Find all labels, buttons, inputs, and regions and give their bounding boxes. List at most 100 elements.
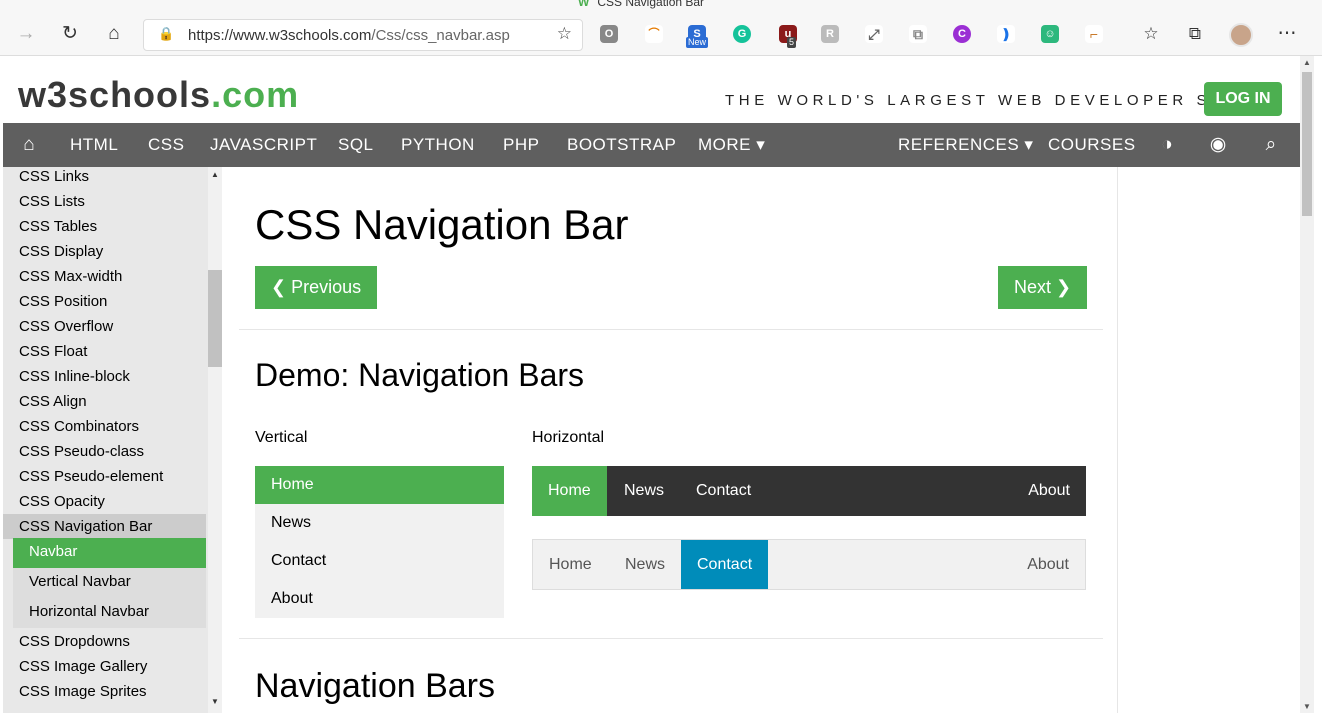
reader-extension-icon[interactable]: R [821,25,839,43]
hnav-light-home[interactable]: Home [533,540,608,589]
sidebar-item[interactable]: CSS Pseudo-class [3,442,206,467]
reload-icon[interactable]: ↻ [58,22,82,46]
sidebar-item[interactable]: CSS Links [3,167,206,192]
login-button[interactable]: LOG IN [1204,82,1282,116]
right-column [1117,167,1300,713]
sidebar-item[interactable]: CSS Tables [3,217,206,242]
collections-icon[interactable]: ⧉ [1183,22,1207,46]
topnav-more[interactable]: MORE ▾ [698,123,765,167]
scroll-down-icon[interactable]: ▼ [208,697,222,706]
sidebar-item[interactable]: CSS Inline-block [3,367,206,392]
sidebar-subitem[interactable]: Horizontal Navbar [13,598,206,628]
extension-c-icon[interactable]: C [953,25,971,43]
sidebar-item[interactable]: CSS Max-width [3,267,206,292]
sidebar-item[interactable]: CSS Overflow [3,317,206,342]
sidebar-item[interactable]: CSS Combinators [3,417,206,442]
vnav-home[interactable]: Home [255,466,504,504]
profile-avatar[interactable] [1229,23,1253,47]
top-navigation: ⌂ HTML CSS JAVASCRIPT SQL PYTHON PHP BOO… [3,123,1300,167]
sidebar-item[interactable]: CSS Lists [3,192,206,217]
topnav-courses[interactable]: COURSES [1048,123,1136,167]
read-aloud-icon[interactable]: ❫ [997,25,1015,43]
vnav-about[interactable]: About [255,580,504,618]
web-page: w3schools.com THE WORLD'S LARGEST WEB DE… [3,56,1300,713]
sidebar-subitem-active[interactable]: Navbar [13,538,206,568]
divider [239,638,1103,639]
scroll-up-icon[interactable]: ▲ [208,170,222,179]
vertical-navbar-demo: Home News Contact About [255,466,504,618]
horizontal-navbar-light-demo: Home News Contact About [532,539,1086,590]
grammarly-icon[interactable]: G [733,25,751,43]
hnav-dark-news[interactable]: News [608,466,680,516]
ublock-count-badge: 5 [787,37,797,48]
sidebar-scrollbar[interactable] [208,167,222,713]
page-scrollbar[interactable]: ▲ ▼ [1300,56,1314,713]
hnav-light-news[interactable]: News [609,540,681,589]
extension-tag-icon[interactable]: ⌐ [1085,25,1103,43]
fullscreen-icon[interactable]: ⤢ [865,25,883,43]
sidebar-item[interactable]: CSS Float [3,342,206,367]
home-icon[interactable]: ⌂ [17,123,41,167]
page-title: CSS Navigation Bar [255,201,629,248]
hnav-light-about[interactable]: About [1011,540,1085,589]
sidebar-item[interactable]: CSS Align [3,392,206,417]
section-heading: Navigation Bars [255,667,496,705]
topnav-php[interactable]: PHP [503,123,539,167]
extension-icon[interactable]: ⌒ [645,25,663,43]
tab-favicon-icon: W [578,0,590,9]
add-favorite-icon[interactable]: ☆ [557,24,572,44]
site-tagline: THE WORLD'S LARGEST WEB DEVELOPER SITE [725,92,1249,109]
sidebar-subitem[interactable]: Vertical Navbar [13,568,206,598]
topnav-html[interactable]: HTML [70,123,118,167]
divider [239,329,1103,330]
lock-icon: 🔒 [158,26,175,41]
horizontal-label: Horizontal [532,429,605,446]
left-sidebar: CSS Links CSS Lists CSS Tables CSS Displ… [3,167,222,713]
topnav-references[interactable]: REFERENCES ▾ [898,123,1033,167]
browser-toolbar: W CSS Navigation Bar → ↻ ⌂ 🔒 https://www.… [0,0,1322,56]
url-text: https://www.w3schools.com/Css/css_navbar… [188,27,510,44]
topnav-bootstrap[interactable]: BOOTSTRAP [567,123,676,167]
hnav-dark-contact[interactable]: Contact [680,466,767,516]
site-logo[interactable]: w3schools.com [18,74,299,116]
horizontal-navbar-dark-demo: Home News Contact About [532,466,1086,516]
extension-green-icon[interactable]: ☺ [1041,25,1059,43]
sidebar-item[interactable]: CSS Display [3,242,206,267]
site-header: w3schools.com THE WORLD'S LARGEST WEB DE… [3,56,1300,123]
theme-toggle-icon[interactable]: ◑ [1156,123,1178,167]
next-button[interactable]: Next ❯ [998,266,1088,309]
page-scrollbar-thumb[interactable] [1302,72,1312,216]
screenshot-icon[interactable]: ⧉ [909,25,927,43]
topnav-javascript[interactable]: JAVASCRIPT [210,123,317,167]
sidebar-scrollbar-thumb[interactable] [208,270,222,367]
sidebar-item[interactable]: CSS Dropdowns [3,632,206,657]
scroll-up-icon[interactable]: ▲ [1300,58,1314,67]
window-title: W CSS Navigation Bar [578,0,704,9]
topnav-python[interactable]: PYTHON [401,123,475,167]
topnav-sql[interactable]: SQL [338,123,374,167]
scroll-down-icon[interactable]: ▼ [1300,702,1314,711]
main-content: CSS Navigation Bar ❮ Previous Next ❯ Dem… [222,167,1300,713]
more-menu-icon[interactable]: ⋯ [1275,22,1299,46]
hnav-dark-home[interactable]: Home [532,466,607,516]
vertical-label: Vertical [255,429,308,446]
hnav-light-contact[interactable]: Contact [681,540,769,589]
office-extension-icon[interactable]: O [600,25,618,43]
globe-icon[interactable]: ◉ [1207,123,1229,167]
sidebar-item-active[interactable]: CSS Navigation Bar [3,514,206,539]
previous-button[interactable]: ❮ Previous [255,266,378,309]
sidebar-item[interactable]: CSS Image Gallery [3,657,206,682]
search-icon[interactable]: ⌕ [1260,123,1282,167]
new-badge: New [686,37,709,48]
favorites-icon[interactable]: ☆ [1139,22,1163,46]
hnav-dark-about[interactable]: About [1012,466,1086,516]
address-bar[interactable]: 🔒 https://www.w3schools.com/Css/css_navb… [143,19,583,51]
sidebar-item[interactable]: CSS Image Sprites [3,682,206,707]
forward-icon[interactable]: → [14,22,38,46]
sidebar-item[interactable]: CSS Pseudo-element [3,467,206,492]
topnav-css[interactable]: CSS [148,123,184,167]
vnav-contact[interactable]: Contact [255,542,504,580]
home-icon[interactable]: ⌂ [102,22,126,46]
sidebar-item[interactable]: CSS Position [3,292,206,317]
vnav-news[interactable]: News [255,504,504,542]
